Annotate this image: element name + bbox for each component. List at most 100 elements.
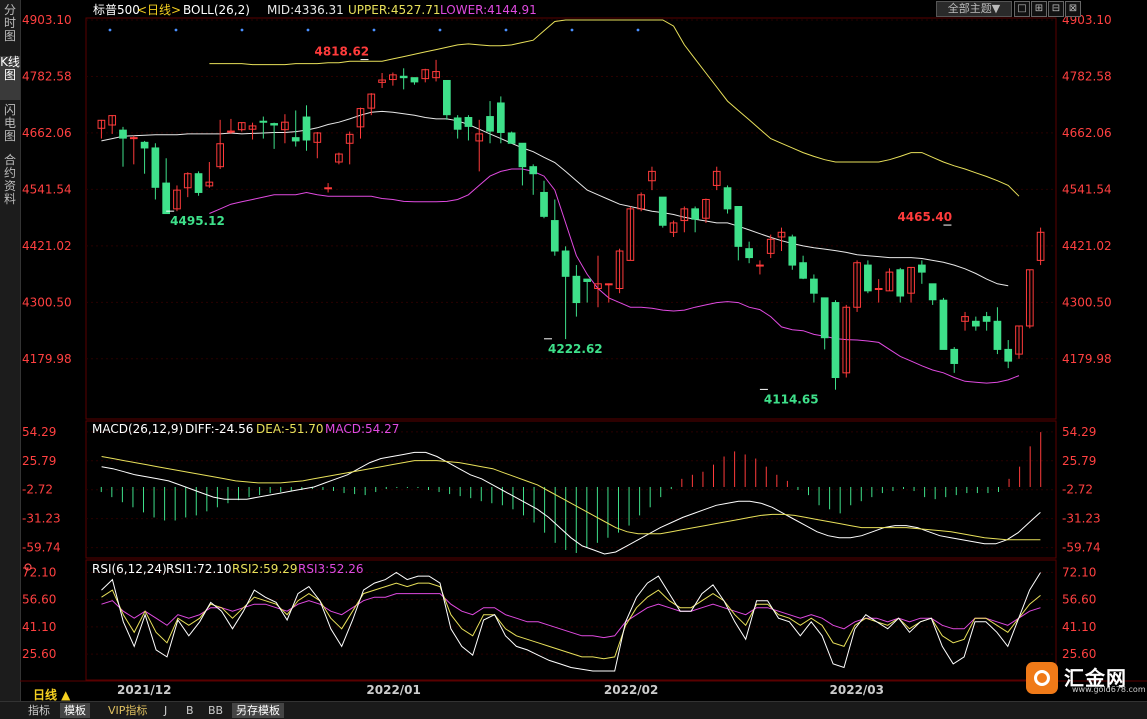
candle-down	[119, 129, 127, 139]
tab-vip-indicators[interactable]: VIP指标	[104, 703, 151, 718]
macd-tick-right: 25.79	[1062, 454, 1096, 468]
candle-down	[950, 348, 959, 364]
candle-down	[540, 191, 548, 217]
candle-down	[561, 250, 570, 277]
rsi-tick-right: 56.60	[1062, 593, 1096, 607]
candle-down	[918, 264, 926, 273]
candle-down	[734, 206, 743, 247]
rsi-panel	[101, 571, 1041, 672]
rsi3-line	[101, 593, 1041, 639]
candle-down	[291, 137, 300, 142]
candle-down	[831, 302, 840, 379]
candle-down	[410, 77, 419, 83]
price-tick-right: 4541.54	[1062, 182, 1112, 196]
close-panel-button[interactable]: ⊠	[1065, 1, 1081, 17]
price-tick-left: 4662.06	[22, 126, 72, 140]
rsi-tick-right: 72.10	[1062, 565, 1096, 579]
low-label: 4114.65	[764, 392, 819, 406]
candle-down	[194, 173, 203, 193]
window-restore-button[interactable]: □	[1014, 1, 1030, 17]
save-template-button[interactable]: 另存模板	[232, 703, 284, 718]
candle-down	[518, 142, 527, 168]
candle-down	[259, 120, 268, 123]
candle-down	[658, 196, 667, 226]
candle-down	[270, 123, 278, 126]
price-tick-right: 4662.06	[1062, 126, 1112, 140]
candle-down	[864, 264, 872, 292]
candle-down	[583, 278, 592, 282]
candle-down	[151, 147, 160, 188]
candle-down	[140, 141, 149, 149]
candle-down	[550, 220, 559, 252]
candle-up	[227, 130, 235, 133]
bottom-toolbar: 指标 模板 VIP指标 J B BB 另存模板	[0, 701, 1147, 719]
macd-tick-right: -31.23	[1062, 512, 1101, 526]
signal-dot	[438, 28, 442, 32]
period-tag[interactable]: <日线>	[137, 3, 181, 17]
high-label: 4465.40	[897, 210, 952, 224]
logo-icon	[1026, 662, 1058, 694]
macd-tick-right: -59.74	[1062, 541, 1101, 555]
tab-indicators[interactable]: 指标	[24, 703, 54, 718]
price-tick-left: 4782.58	[22, 69, 72, 83]
macd-dea-line	[101, 456, 1041, 541]
candle-down	[399, 75, 408, 79]
rsi-label: RSI(6,12,24)	[92, 562, 167, 576]
theme-select[interactable]: 全部主题▼	[936, 1, 1012, 17]
signal-dot	[504, 28, 508, 32]
candle-down	[453, 117, 462, 130]
rsi1-line	[101, 571, 1041, 672]
signal-dot	[636, 28, 640, 32]
rsi-tick-right: 25.60	[1062, 647, 1096, 661]
tab-j[interactable]: J	[160, 703, 171, 718]
tab-kline[interactable]: K线图	[0, 56, 20, 100]
candle-down	[799, 262, 807, 279]
layout-grid-button[interactable]: ⊞	[1031, 1, 1047, 17]
macd-tick-left: -2.72	[22, 483, 53, 497]
candle-down	[464, 116, 473, 127]
candle-down	[982, 316, 991, 322]
price-tick-left: 4421.02	[22, 239, 72, 253]
candle-down	[486, 116, 494, 132]
candle-up	[129, 137, 138, 140]
candle-down	[971, 320, 980, 327]
tab-flash[interactable]: 闪电图	[0, 104, 20, 148]
candlestick-panel: 4818.62 4495.12 4222.62 4114.65 4465.40	[97, 19, 1045, 406]
layout-split-button[interactable]: ⊟	[1048, 1, 1064, 17]
tab-b[interactable]: B	[182, 703, 198, 718]
candle-down	[302, 116, 311, 141]
tab-contract-info[interactable]: 合约资料	[0, 154, 20, 212]
logo-url: www.gold678.com	[1072, 685, 1146, 694]
sidebar: 分时图 K线图 闪电图 合约资料	[0, 0, 21, 701]
rsi-tick-left: 72.10	[22, 565, 56, 579]
tab-timeshare[interactable]: 分时图	[0, 4, 20, 50]
candle-down	[820, 297, 829, 339]
candle-up	[874, 288, 883, 291]
signal-dot	[372, 28, 376, 32]
symbol-name: 标普500	[93, 3, 140, 17]
candle-up	[756, 264, 764, 267]
rsi2-line	[101, 582, 1041, 660]
macd-dea: DEA:-51.70	[256, 422, 324, 436]
signal-dot	[306, 28, 310, 32]
rsi-tick-right: 41.10	[1062, 620, 1096, 634]
logo: 汇金网 www.gold678.com	[1026, 660, 1146, 696]
high-label: 4818.62	[314, 45, 369, 59]
price-tick-left: 4300.50	[22, 295, 72, 309]
candle-up	[324, 187, 332, 190]
rsi3-value: RSI3:52.26	[298, 562, 364, 576]
boll-mid: MID:4336.31	[267, 3, 344, 17]
boll-label: BOLL(26,2)	[183, 3, 250, 17]
candle-down	[691, 208, 699, 220]
signal-dot	[174, 28, 178, 32]
tab-templates[interactable]: 模板	[60, 703, 90, 718]
low-label: 4495.12	[170, 214, 225, 228]
rsi-tick-left: 56.60	[22, 593, 56, 607]
macd-tick-left: 25.79	[22, 454, 56, 468]
candle-down	[993, 320, 1002, 350]
price-tick-left: 4179.98	[22, 352, 72, 366]
tab-bb[interactable]: BB	[204, 703, 227, 718]
macd-tick-right: -2.72	[1062, 483, 1093, 497]
price-tick-right: 4300.50	[1062, 295, 1112, 309]
candle-down	[745, 248, 753, 259]
